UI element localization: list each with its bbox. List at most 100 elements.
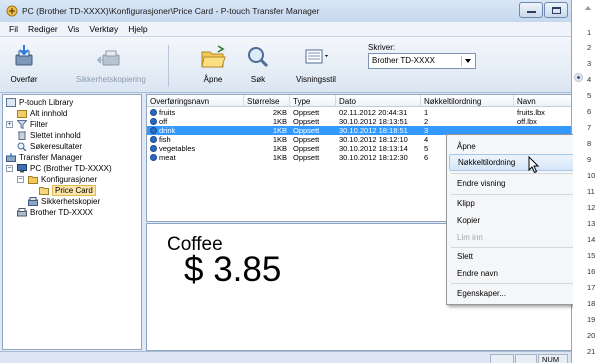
column-header-type[interactable]: Type xyxy=(290,95,336,107)
tree-item-search-results[interactable]: Søkeresultater xyxy=(17,141,82,152)
title-bar[interactable]: PC (Brother TD-XXXX)\Konfigurasjoner\Pri… xyxy=(0,0,571,22)
page-number[interactable]: 7 xyxy=(587,123,599,132)
search-button[interactable]: Søk xyxy=(244,43,272,84)
tree-item-pc[interactable]: PC (Brother TD-XXXX) xyxy=(17,163,112,174)
page-number[interactable]: 20 xyxy=(587,331,599,340)
tree-item-transfer-manager[interactable]: Transfer Manager xyxy=(6,152,82,163)
page-number[interactable]: 10 xyxy=(587,171,599,180)
page-number[interactable]: 9 xyxy=(587,155,599,164)
menu-edit[interactable]: Rediger xyxy=(23,24,63,34)
tree-label: Brother TD-XXXX xyxy=(30,208,93,217)
open-folder-icon xyxy=(201,45,226,68)
scroll-up-icon[interactable] xyxy=(585,6,591,10)
tree-label: Søkeresultater xyxy=(30,142,83,151)
menu-item-key-assignment[interactable]: Nøkkeltilordning xyxy=(449,154,585,171)
toolbar: Overfør Sikkerhetskopiering Åpne Søk Vis… xyxy=(0,37,571,93)
menu-tools[interactable]: Verktøy xyxy=(84,24,123,34)
page-number[interactable]: 17 xyxy=(587,283,599,292)
collapse-configurations-icon[interactable]: − xyxy=(17,176,24,183)
mouse-pointer-icon xyxy=(528,156,540,174)
expand-filter-icon[interactable]: + xyxy=(6,121,13,128)
table-row[interactable]: fruits 2KB Oppsett 02.11.2012 20:44:31 1… xyxy=(147,108,571,117)
tree-item-deleted-content[interactable]: Slettet innhold xyxy=(17,130,81,141)
transfer-button[interactable]: Overfør xyxy=(10,43,38,84)
tree-item-all-content[interactable]: Alt innhold xyxy=(17,108,67,119)
page-number-current[interactable]: 3 xyxy=(587,59,599,68)
page-number[interactable]: 2 xyxy=(587,43,599,52)
all-content-icon xyxy=(17,110,27,118)
collapse-pc-icon[interactable]: − xyxy=(6,165,13,172)
page-number[interactable]: 1 xyxy=(587,28,599,37)
printer-select[interactable]: Brother TD-XXXX xyxy=(368,53,476,69)
view-style-button[interactable]: Visningsstil xyxy=(296,43,336,84)
list-header: Overføringsnavn Størrelse Type Dato Nøkk… xyxy=(147,95,571,107)
page-number[interactable]: 19 xyxy=(587,315,599,324)
tree-label: Slettet innhold xyxy=(30,131,81,140)
menu-item-rename[interactable]: Endre navn xyxy=(449,265,585,282)
backup-label: Sikkerhetskopiering xyxy=(76,75,146,84)
cell-date: 30.10.2012 18:12:30 xyxy=(339,153,408,162)
status-panel xyxy=(515,354,537,363)
view-style-icon xyxy=(305,49,328,64)
column-header-transfer-name[interactable]: Overføringsnavn xyxy=(147,95,244,107)
menu-help[interactable]: Hjelp xyxy=(123,24,152,34)
transfer-label: Overfør xyxy=(10,75,38,84)
tree-item-ptouch-library[interactable]: P-touch Library xyxy=(6,97,73,108)
page-number[interactable]: 8 xyxy=(587,139,599,148)
cell-file: fruits.lbx xyxy=(517,108,545,117)
page-number[interactable]: 6 xyxy=(587,107,599,116)
tree-item-configurations[interactable]: Konfigurasjoner xyxy=(28,174,97,185)
column-header-key-assignment[interactable]: Nøkkeltilordning xyxy=(421,95,514,107)
page-number[interactable]: 5 xyxy=(587,91,599,100)
column-header-size[interactable]: Størrelse xyxy=(244,95,290,107)
page-number[interactable]: 21 xyxy=(587,347,599,356)
menu-file[interactable]: Fil xyxy=(4,24,23,34)
menu-item-copy[interactable]: Kopier xyxy=(449,212,585,229)
tree-item-printer[interactable]: Brother TD-XXXX xyxy=(17,207,93,218)
printer-icon xyxy=(17,208,27,217)
page-number[interactable]: 12 xyxy=(587,203,599,212)
tree-item-backups[interactable]: Sikkerhetskopier xyxy=(28,196,100,207)
menu-item-cut[interactable]: Klipp xyxy=(449,195,585,212)
page-number[interactable]: 15 xyxy=(587,251,599,260)
tree-label: Filter xyxy=(30,120,48,129)
cell-date: 30.10.2012 18:13:51 xyxy=(339,117,408,126)
page-number[interactable]: 11 xyxy=(587,187,599,196)
cell-size: 1KB xyxy=(272,153,287,162)
page-number[interactable]: 4 xyxy=(587,75,599,84)
backup-button[interactable]: Sikkerhetskopiering xyxy=(76,43,146,84)
window-controls xyxy=(518,2,568,18)
layout-file-icon xyxy=(150,145,157,152)
page-number[interactable]: 14 xyxy=(587,235,599,244)
cell-date: 30.10.2012 18:18:51 xyxy=(339,126,408,135)
column-header-date[interactable]: Dato xyxy=(336,95,421,107)
maximize-button[interactable] xyxy=(544,2,568,18)
transfer-icon xyxy=(15,45,33,66)
menu-item-properties[interactable]: Egenskaper... xyxy=(449,285,585,302)
menu-view[interactable]: Vis xyxy=(63,24,85,34)
table-row[interactable]: off 1KB Oppsett 30.10.2012 18:13:51 2 of… xyxy=(147,117,571,126)
tree-label: Transfer Manager xyxy=(19,153,83,162)
layout-file-icon xyxy=(150,127,157,134)
minimize-button[interactable] xyxy=(519,2,543,18)
menu-item-open[interactable]: Åpne xyxy=(449,138,585,155)
menu-item-delete[interactable]: Slett xyxy=(449,248,585,265)
tree-label: Price Card xyxy=(52,185,96,196)
transfer-manager-icon xyxy=(6,153,16,162)
menu-item-change-view[interactable]: Endre visning xyxy=(449,175,585,192)
menu-item-paste[interactable]: Lim inn xyxy=(449,229,585,246)
page-number[interactable]: 18 xyxy=(587,299,599,308)
view-style-label: Visningsstil xyxy=(296,75,336,84)
cell-name: meat xyxy=(147,153,244,162)
tree-item-price-card[interactable]: Price Card xyxy=(39,185,96,196)
open-button[interactable]: Åpne xyxy=(199,43,227,84)
tree-item-filter[interactable]: Filter xyxy=(17,119,48,130)
computer-icon xyxy=(17,164,27,173)
backup-icon xyxy=(28,197,38,206)
column-header-file-name[interactable]: Navn xyxy=(514,95,571,107)
page-number[interactable]: 16 xyxy=(587,267,599,276)
chevron-down-icon xyxy=(461,56,473,66)
page-number[interactable]: 13 xyxy=(587,219,599,228)
search-icon xyxy=(248,47,269,68)
cell-size: 1KB xyxy=(272,117,287,126)
